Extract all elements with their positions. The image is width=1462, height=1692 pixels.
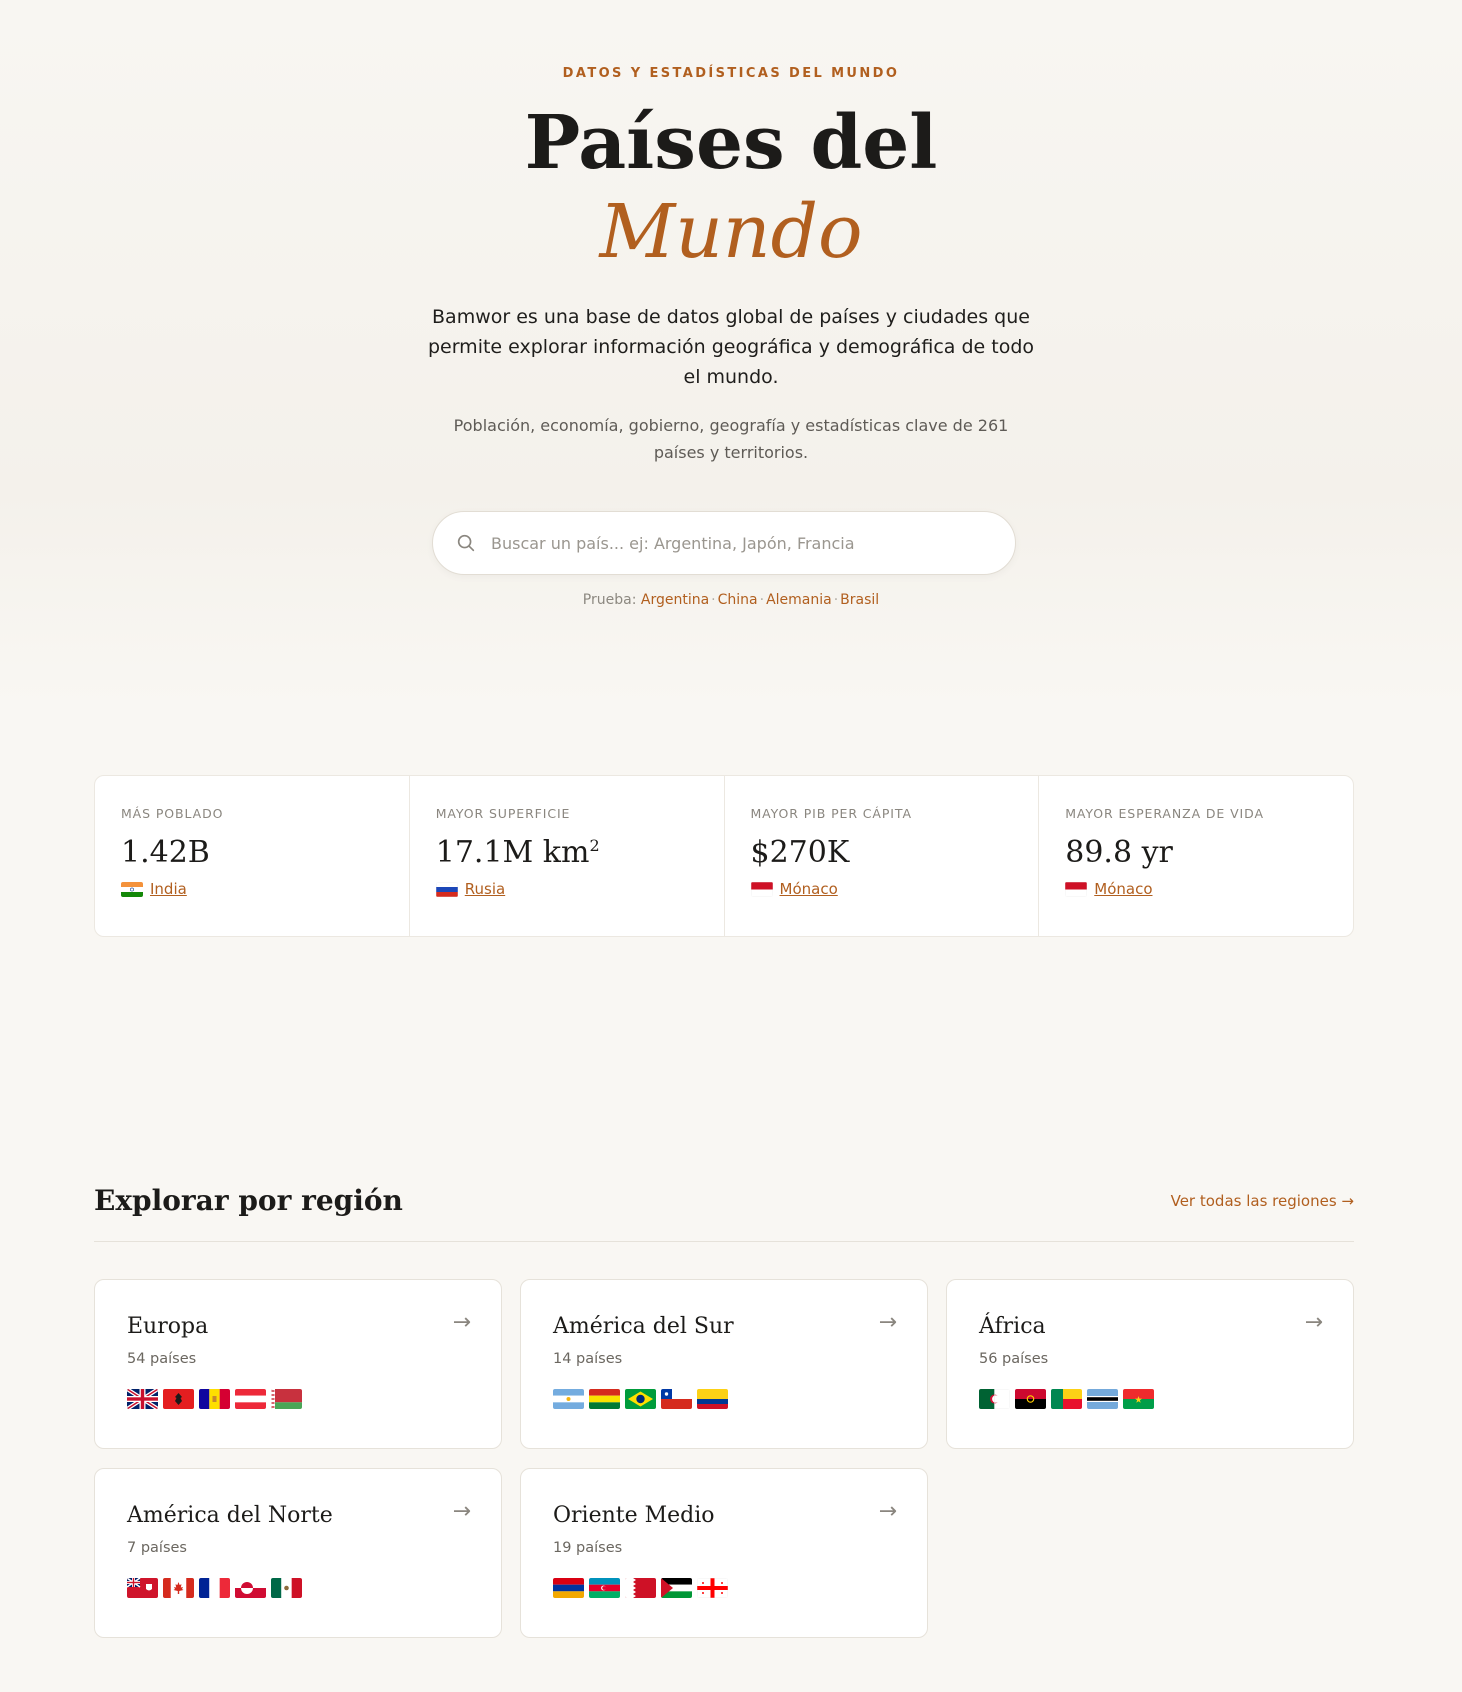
stat-value: 1.42B — [121, 835, 210, 870]
region-name: Europa — [127, 1314, 209, 1339]
suggestion-separator: · — [711, 592, 716, 608]
view-all-regions-link[interactable]: Ver todas las regiones → — [1171, 1192, 1354, 1210]
hero-lead: Bamwor es una base de datos global de pa… — [427, 306, 1035, 388]
albania-flag-icon — [163, 1389, 194, 1409]
monaco-flag-icon — [750, 881, 773, 897]
mexico-flag-icon — [271, 1578, 302, 1598]
region-name: América del Sur — [553, 1314, 734, 1339]
search-suggestions: Prueba: Argentina · China · Alemania · Brasil — [0, 592, 1462, 608]
region-name: Oriente Medio — [553, 1503, 715, 1528]
suggestion-separator: · — [759, 592, 765, 608]
stat-country-name: Mónaco — [779, 880, 838, 898]
region-card-europa[interactable]: Europa 54 países → — [94, 1279, 502, 1449]
suggestion-separator: · — [833, 592, 839, 608]
stat-label: MÁS POBLADO — [121, 806, 224, 821]
stat-country-link-india[interactable]: India — [121, 880, 383, 898]
armenia-flag-icon — [553, 1578, 584, 1598]
arrow-right-icon: → — [878, 1499, 897, 1524]
russia-flag-icon — [435, 881, 458, 897]
andorra-flag-icon — [199, 1389, 230, 1409]
suggestion-link-alemania[interactable]: Alemania — [766, 592, 832, 608]
stat-country-name: Mónaco — [1094, 880, 1153, 898]
austria-flag-icon — [235, 1389, 266, 1409]
algeria-flag-icon — [979, 1389, 1010, 1409]
region-count: 7 países — [127, 1540, 187, 1556]
botswana-flag-icon — [1087, 1389, 1118, 1409]
suggestions-label: Prueba: — [582, 592, 637, 608]
hero-title-line2: Mundo — [599, 189, 863, 275]
monaco-flag-icon — [1065, 881, 1088, 897]
region-name: África — [979, 1314, 1046, 1339]
bermuda-flag-icon — [127, 1578, 158, 1598]
greenland-flag-icon — [235, 1578, 266, 1598]
chile-flag-icon — [661, 1389, 692, 1409]
uk-flag-icon — [127, 1389, 158, 1409]
stat-label: MAYOR PIB PER CÁPITA — [750, 806, 912, 821]
stat-largest-area: MAYOR SUPERFICIE 17.1M km2 Rusia — [410, 776, 725, 936]
hero-subtitle: Población, economía, gobierno, geografía… — [453, 416, 1009, 462]
region-flags — [127, 1578, 469, 1598]
region-count: 56 países — [979, 1351, 1049, 1367]
suggestion-link-brasil[interactable]: Brasil — [840, 592, 879, 608]
stat-country-name: Rusia — [464, 880, 506, 898]
india-flag-icon — [121, 881, 143, 897]
stat-value: 17.1M km2 — [436, 835, 698, 870]
stat-label: MAYOR ESPERANZA DE VIDA — [1065, 806, 1264, 821]
palestine-flag-icon — [661, 1578, 692, 1598]
stat-highest-gdp: MAYOR PIB PER CÁPITA $270K Mónaco — [725, 776, 1040, 936]
region-count: 19 países — [553, 1540, 623, 1556]
region-count: 14 países — [553, 1351, 623, 1367]
hero-eyebrow: DATOS Y ESTADÍSTICAS DEL MUNDO — [562, 66, 900, 81]
colombia-flag-icon — [697, 1389, 728, 1409]
burkina-faso-flag-icon — [1123, 1389, 1154, 1409]
region-flags — [553, 1578, 895, 1598]
stat-country-name: India — [150, 880, 187, 898]
argentina-flag-icon — [553, 1389, 584, 1409]
stat-most-populated: MÁS POBLADO 1.42B India — [95, 776, 410, 936]
hero-title-line1: Países del — [524, 100, 938, 186]
region-flags — [553, 1389, 895, 1409]
canada-flag-icon — [163, 1578, 194, 1598]
regions-header: Explorar por región Ver todas las region… — [94, 1180, 1354, 1242]
azerbaijan-flag-icon — [589, 1578, 620, 1598]
stat-label: MAYOR SUPERFICIE — [435, 806, 571, 821]
brazil-flag-icon — [625, 1389, 656, 1409]
stat-value-text: 17.1M km — [435, 835, 590, 870]
region-flags — [979, 1389, 1321, 1409]
region-card-oriente-medio[interactable]: Oriente Medio 19 países → — [520, 1468, 928, 1638]
arrow-right-icon: → — [452, 1310, 471, 1335]
benin-flag-icon — [1051, 1389, 1082, 1409]
region-count: 54 países — [127, 1351, 197, 1367]
regions-title: Explorar por región — [94, 1184, 403, 1217]
search-bar[interactable] — [432, 511, 1016, 575]
arrow-right-icon: → — [878, 1310, 897, 1335]
stat-value-superscript: 2 — [589, 836, 600, 855]
stat-country-link-monaco[interactable]: Mónaco — [750, 880, 1013, 898]
search-input[interactable] — [491, 533, 991, 553]
stat-value: $270K — [750, 835, 850, 870]
belarus-flag-icon — [271, 1389, 302, 1409]
stat-country-link-rusia[interactable]: Rusia — [435, 880, 698, 898]
region-card-africa[interactable]: África 56 países → — [946, 1279, 1354, 1449]
arrow-right-icon: → — [1304, 1310, 1323, 1335]
stats-panel: MÁS POBLADO 1.42B India MAYOR SUPERFICIE… — [94, 775, 1354, 937]
stat-country-link-monaco[interactable]: Mónaco — [1065, 880, 1327, 898]
region-card-america-del-sur[interactable]: América del Sur 14 países → — [520, 1279, 928, 1449]
search-icon — [457, 534, 475, 552]
bolivia-flag-icon — [589, 1389, 620, 1409]
bahrain-flag-icon — [625, 1578, 656, 1598]
stat-life-expectancy: MAYOR ESPERANZA DE VIDA 89.8 yr Mónaco — [1039, 776, 1353, 936]
region-card-america-del-norte[interactable]: América del Norte 7 países → — [94, 1468, 502, 1638]
suggestion-link-argentina[interactable]: Argentina — [641, 592, 709, 608]
stat-value: 89.8 yr — [1065, 835, 1173, 870]
arrow-right-icon: → — [452, 1499, 471, 1524]
angola-flag-icon — [1015, 1389, 1046, 1409]
region-name: América del Norte — [127, 1503, 333, 1528]
region-flags — [127, 1389, 469, 1409]
georgia-flag-icon — [697, 1578, 728, 1598]
hero-section: DATOS Y ESTADÍSTICAS DEL MUNDO Países de… — [0, 0, 1462, 705]
suggestion-link-china[interactable]: China — [718, 592, 758, 608]
france-flag-icon — [199, 1578, 230, 1598]
